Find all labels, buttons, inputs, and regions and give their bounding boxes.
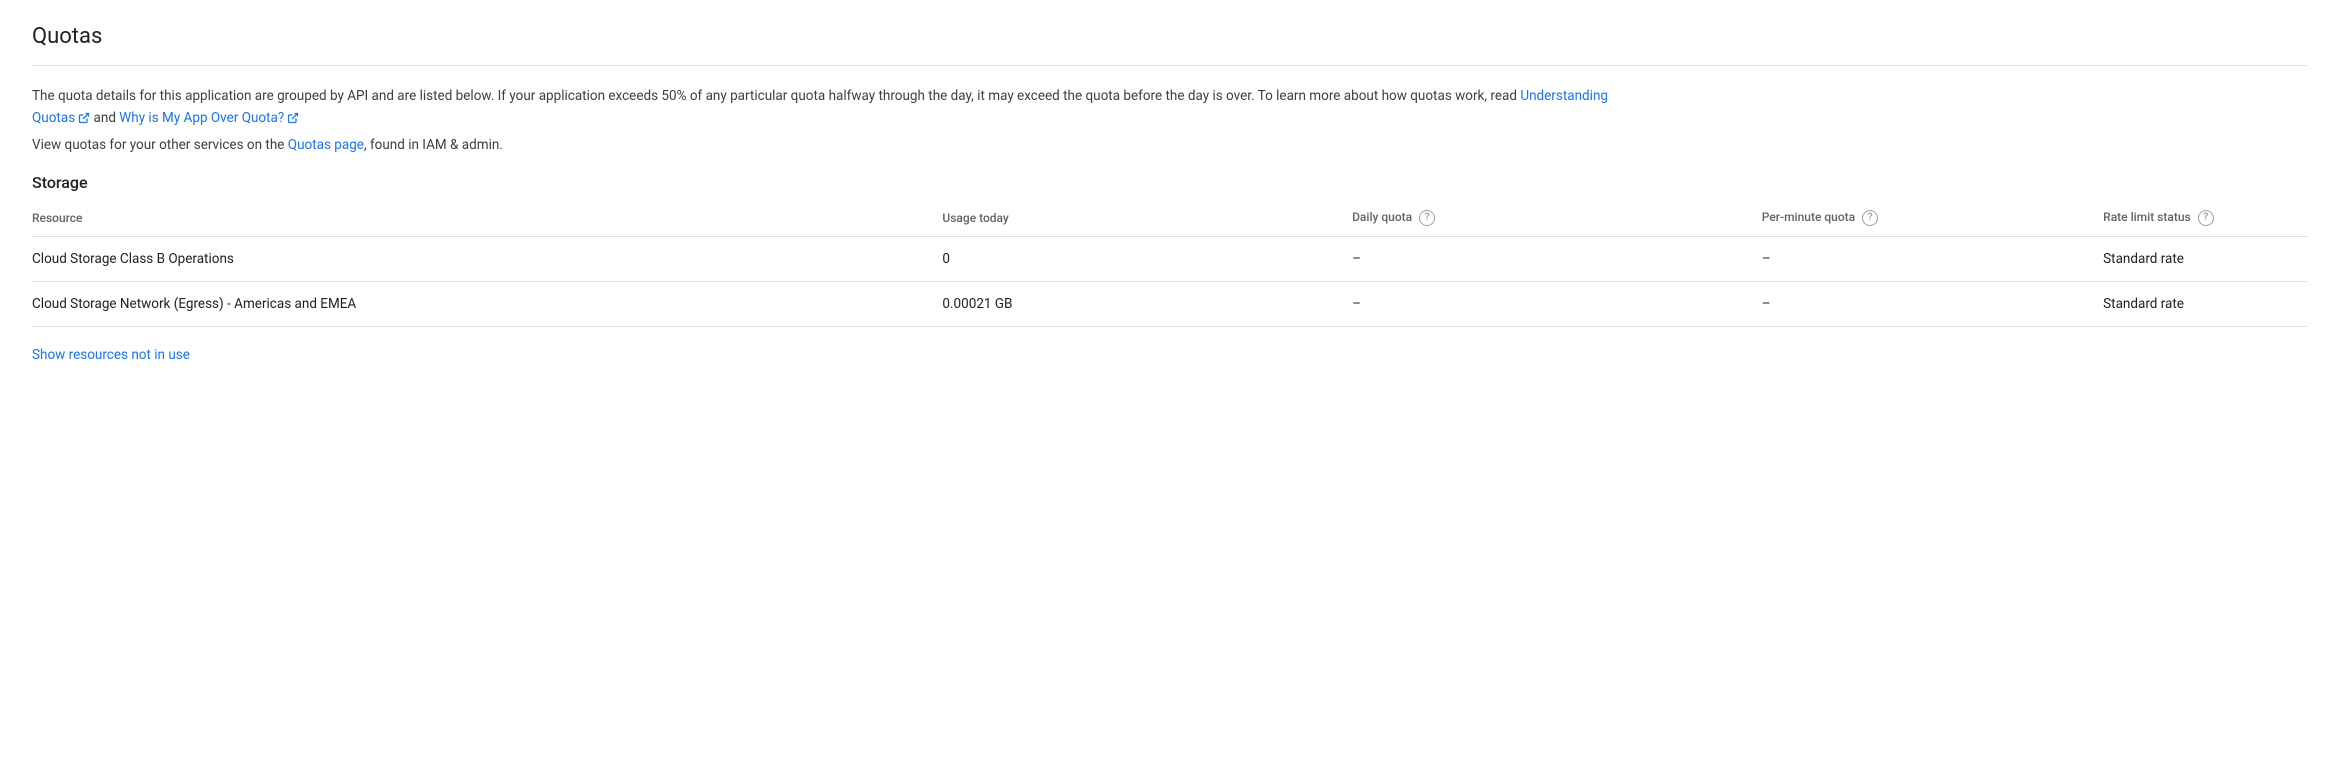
col-header-daily-quota: Daily quota ? [1352,200,1762,237]
cell-per_minute_quota: – [1762,281,2103,326]
cell-daily_quota: – [1352,236,1762,281]
cell-rate_limit_status: Standard rate [2103,281,2308,326]
cell-resource: Cloud Storage Class B Operations [32,236,942,281]
per-minute-quota-help-icon[interactable]: ? [1862,210,1878,226]
external-link-icon-2 [287,112,299,124]
description-block: The quota details for this application a… [32,86,1632,157]
table-header-row: Resource Usage today Daily quota ? Per-m… [32,200,2308,237]
cell-usage_today: 0 [942,236,1352,281]
why-over-quota-link[interactable]: Why is My App Over Quota? [119,110,299,126]
table-row: Cloud Storage Network (Egress) - America… [32,281,2308,326]
show-resources-link[interactable]: Show resources not in use [32,347,190,363]
cell-usage_today: 0.00021 GB [942,281,1352,326]
rate-limit-help-icon[interactable]: ? [2198,210,2214,226]
daily-quota-help-icon[interactable]: ? [1419,210,1435,226]
external-link-icon [78,112,90,124]
col-header-usage: Usage today [942,200,1352,237]
section-divider [32,65,2308,66]
quotas-page-link[interactable]: Quotas page [288,137,364,153]
cell-daily_quota: – [1352,281,1762,326]
page-container: Quotas The quota details for this applic… [0,0,2340,387]
storage-section-title: Storage [32,173,2308,192]
quota-table: Resource Usage today Daily quota ? Per-m… [32,200,2308,327]
page-title: Quotas [32,24,2308,49]
cell-resource: Cloud Storage Network (Egress) - America… [32,281,942,326]
col-header-rate-limit-status: Rate limit status ? [2103,200,2308,237]
col-header-resource: Resource [32,200,942,237]
description-line2: View quotas for your other services on t… [32,135,1632,157]
col-header-per-minute-quota: Per-minute quota ? [1762,200,2103,237]
description-line1: The quota details for this application a… [32,86,1632,129]
quota-table-body: Cloud Storage Class B Operations0––Stand… [32,236,2308,326]
cell-rate_limit_status: Standard rate [2103,236,2308,281]
cell-per_minute_quota: – [1762,236,2103,281]
table-row: Cloud Storage Class B Operations0––Stand… [32,236,2308,281]
